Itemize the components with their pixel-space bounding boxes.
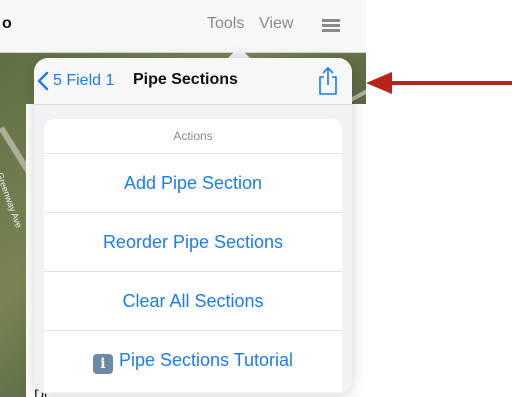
popover-navbar: 5 Field 1 Pipe Sections: [34, 58, 352, 105]
app-window: o Tools View Greenway Ave D L D V D L Di: [0, 0, 366, 397]
action-label: Pipe Sections Tutorial: [118, 350, 294, 370]
pipe-sections-tutorial-button[interactable]: i Pipe Sections Tutorial: [44, 331, 342, 389]
add-pipe-section-button[interactable]: Add Pipe Section: [44, 154, 342, 213]
view-button[interactable]: View: [259, 15, 293, 33]
app-title: o: [2, 15, 12, 32]
popover-arrow: [228, 47, 250, 58]
back-button[interactable]: 5 Field 1: [36, 69, 114, 93]
hamburger-menu-icon[interactable]: [322, 19, 340, 33]
chevron-left-icon: [37, 71, 49, 91]
action-sheet: Actions Add Pipe Section Reorder Pipe Se…: [44, 119, 342, 392]
share-icon[interactable]: [316, 66, 340, 96]
map-road-label: Greenway Ave: [0, 171, 24, 230]
screenshot-stage: o Tools View Greenway Ave D L D V D L Di: [0, 0, 512, 397]
annotation-arrow: [366, 72, 512, 94]
tools-button[interactable]: Tools: [207, 15, 244, 33]
action-sheet-title: Actions: [44, 119, 342, 154]
reorder-pipe-sections-button[interactable]: Reorder Pipe Sections: [44, 213, 342, 272]
action-label: Add Pipe Section: [123, 173, 263, 193]
top-toolbar: o Tools View: [0, 0, 366, 53]
clear-all-sections-button[interactable]: Clear All Sections: [44, 272, 342, 331]
pipe-sections-popover: 5 Field 1 Pipe Sections Actions Add Pipe…: [34, 58, 352, 394]
action-label: Reorder Pipe Sections: [102, 232, 284, 252]
popover-title: Pipe Sections: [133, 71, 238, 88]
action-label: Clear All Sections: [122, 291, 264, 311]
info-icon: i: [92, 354, 113, 374]
back-button-label: 5 Field 1: [53, 72, 115, 89]
